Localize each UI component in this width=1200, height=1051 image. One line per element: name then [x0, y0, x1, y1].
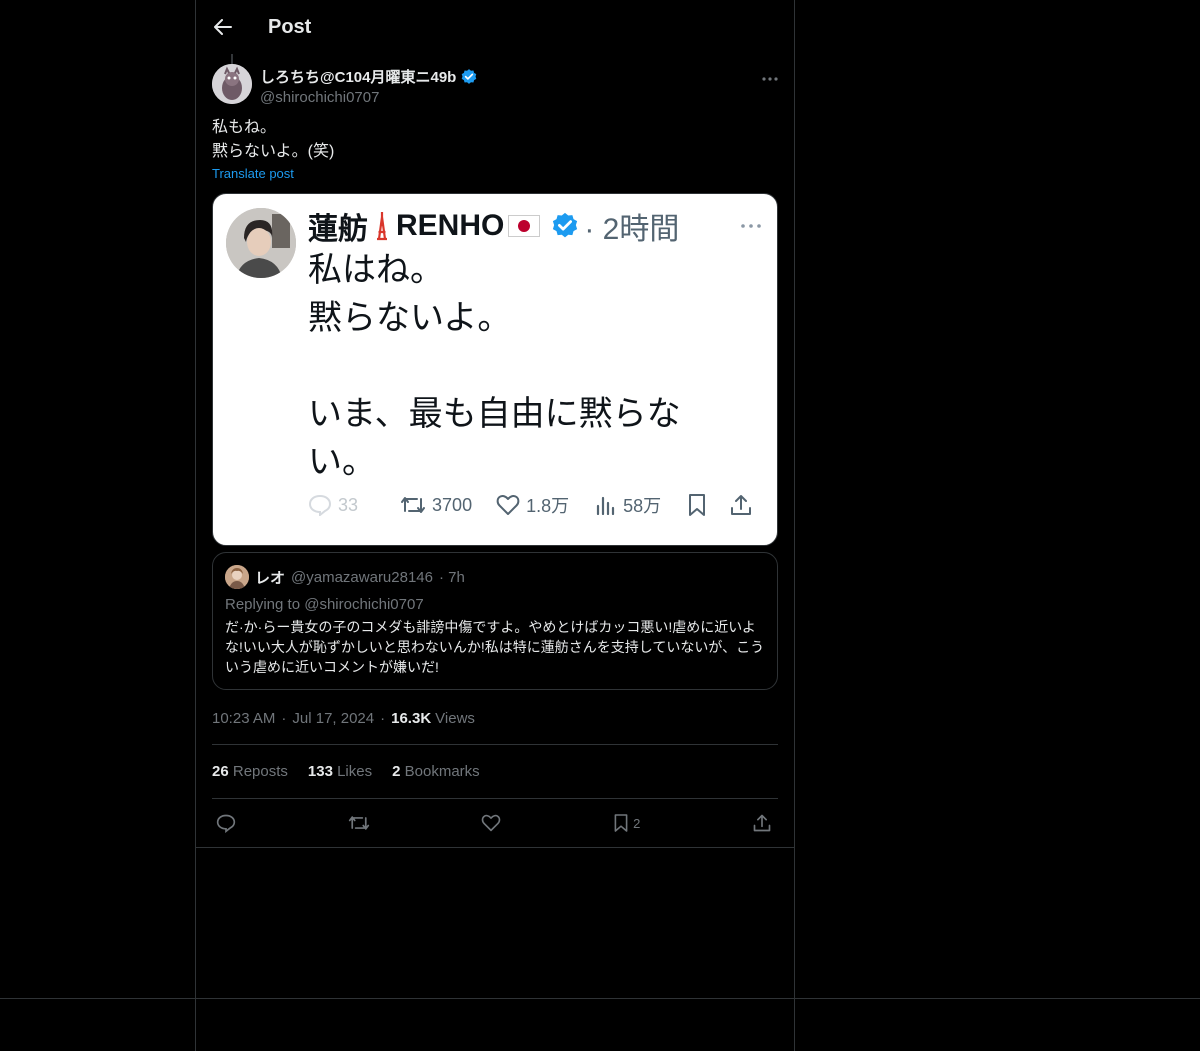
repost-button[interactable]: [348, 814, 370, 832]
likes-count-link[interactable]: 133 Likes: [308, 763, 372, 780]
share-button[interactable]: [752, 813, 772, 833]
japan-flag-icon: [508, 215, 541, 237]
post-line: 私もね。: [212, 119, 277, 136]
screenshot-line: い。: [308, 443, 376, 481]
quote-time: · 7h: [439, 568, 465, 586]
quote-display-name: レオ: [255, 569, 286, 587]
quote-replying-to: Replying to @shirochichi0707: [225, 596, 424, 613]
post-detail: Post しろちち@C104月曜東ニ49b @shirochichi0707 私…: [196, 0, 794, 848]
screenshot-views-count: 58万: [623, 496, 662, 516]
screenshot-repost-stat: 3700: [400, 495, 472, 516]
quote-header: レオ @yamazawaru28146 · 7h: [225, 565, 765, 589]
reply-icon: [308, 494, 332, 516]
bookmarks-count: 2: [392, 763, 401, 780]
page-title: Post: [268, 15, 312, 38]
tokyo-tower-icon: [377, 212, 387, 241]
bookmark-icon: [689, 494, 706, 516]
engagement-counts: 26 Reposts 133 Likes 2 Bookmarks: [196, 745, 794, 798]
screenshot-name-latin: RENHO: [396, 209, 505, 242]
author-row: しろちち@C104月曜東ニ49b @shirochichi0707: [196, 54, 794, 110]
screenshot-like-count: 1.8万: [526, 496, 570, 516]
heart-icon: [482, 814, 501, 832]
thread-connector: [231, 54, 233, 64]
screenshot-line: [308, 342, 681, 390]
author-display-name[interactable]: しろちち@C104月曜東ニ49b: [260, 66, 456, 87]
reposts-count-link[interactable]: 26 Reposts: [212, 763, 288, 780]
likes-label: Likes: [337, 763, 373, 780]
post-meta: 10:23 AM · Jul 17, 2024 · 16.3K Views: [196, 708, 794, 728]
screenshot-name: 蓮舫: [308, 213, 368, 246]
quote-avatar: [225, 565, 249, 589]
reposts-label: Reposts: [232, 763, 288, 780]
screenshot-time: · 2時間: [584, 213, 680, 246]
screenshot-text: 私はね。 黙らないよ。 いま、最も自由に黙らな い。: [308, 246, 681, 486]
author-avatar[interactable]: [212, 64, 252, 104]
screenshot-header: 蓮舫 RENHO · 2時間: [308, 204, 679, 248]
reply-icon: [216, 814, 236, 833]
screenshot-verified-icon: [553, 212, 578, 238]
heart-icon: [496, 494, 520, 515]
verified-badge-icon: [462, 68, 477, 84]
bookmarks-count-link[interactable]: 2 Bookmarks: [392, 763, 480, 780]
screenshot-line: 私はね。: [308, 251, 444, 289]
reply-button[interactable]: [216, 813, 236, 833]
more-dots-icon: [762, 77, 778, 81]
meta-separator: ·: [380, 709, 386, 727]
bookmark-count: 2: [633, 815, 641, 831]
quoted-reply[interactable]: レオ @yamazawaru28146 · 7h Replying to @sh…: [212, 552, 778, 690]
bottom-rule: [0, 998, 1200, 999]
share-icon: [731, 495, 752, 515]
post-text: 私もね。 黙らないよ。(笑): [196, 110, 794, 164]
author-meta: しろちち@C104月曜東ニ49b @shirochichi0707: [260, 66, 478, 110]
screenshot-like-stat: 1.8万: [496, 492, 569, 518]
repost-icon: [348, 816, 369, 830]
views-bar-icon: [597, 496, 615, 515]
screenshot-line: いま、最も自由に黙らな: [308, 395, 681, 433]
quote-handle: @yamazawaru28146: [291, 568, 433, 586]
bookmark-button[interactable]: 2: [613, 813, 640, 833]
screenshot-stats: 33 3700 1.8万 58万: [308, 492, 753, 518]
screenshot-avatar: [226, 208, 296, 278]
translate-post-link[interactable]: Translate post: [196, 166, 794, 181]
meta-separator: ·: [281, 709, 287, 727]
author-name-row: しろちち@C104月曜東ニ49b: [260, 66, 478, 87]
right-column-border: [794, 0, 795, 1051]
reposts-count: 26: [212, 763, 229, 780]
screenshot-reply-count: 33: [338, 494, 359, 515]
arrow-left-icon: [214, 19, 232, 35]
like-button[interactable]: [481, 814, 501, 832]
attached-image[interactable]: 蓮舫 RENHO · 2時間 私はね。 黙らないよ。 いま、最も自由に黙らな い…: [212, 193, 778, 546]
quote-text: だ·か·らー貴女の子のコメダも誹謗中傷ですよ。やめとけばカッコ悪い!虐めに近いよ…: [225, 619, 765, 675]
views-count: 16.3K: [391, 709, 432, 727]
likes-count: 133: [307, 763, 333, 780]
screenshot-reply-stat: 33: [308, 494, 358, 516]
share-icon: [753, 814, 771, 832]
action-bar: 2: [196, 799, 794, 847]
post-date[interactable]: Jul 17, 2024: [292, 710, 374, 727]
screenshot-repost-count: 3700: [432, 494, 473, 515]
screenshot-line: 黙らないよ。: [308, 299, 512, 337]
views-label: Views: [435, 709, 475, 727]
page-header: Post: [196, 0, 794, 54]
post-line: 黙らないよ。(笑): [212, 143, 335, 160]
back-button[interactable]: [212, 16, 234, 38]
bookmarks-label: Bookmarks: [404, 763, 480, 780]
screenshot-more-icon: [741, 212, 761, 233]
bookmark-icon: [614, 814, 628, 832]
post-time[interactable]: 10:23 AM: [212, 710, 275, 727]
more-options-button[interactable]: [762, 68, 778, 86]
post-bottom-border: [196, 847, 794, 848]
author-handle[interactable]: @shirochichi0707: [260, 89, 478, 106]
repost-icon: [401, 497, 426, 513]
screenshot-views-stat: 58万: [595, 492, 661, 518]
